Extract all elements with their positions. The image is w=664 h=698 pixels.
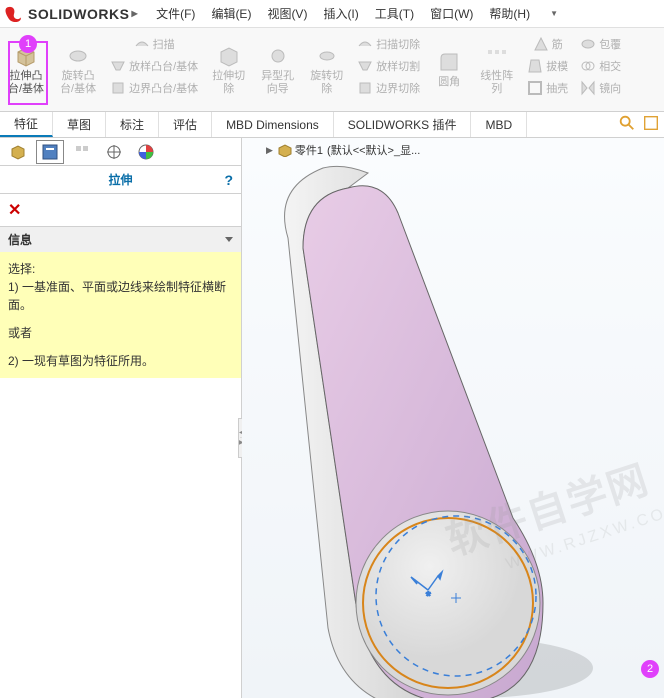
rib-button[interactable]: 筋 — [529, 34, 567, 54]
revolve-cut-button[interactable]: 旋转切 除 — [304, 42, 349, 98]
display-icon[interactable] — [642, 114, 660, 132]
mirror-icon — [580, 80, 596, 96]
tab-feature[interactable]: 特征 — [0, 112, 53, 137]
panel-tab-strip — [0, 138, 241, 166]
appearance-tab[interactable] — [132, 140, 160, 164]
info-header[interactable]: 信息 — [0, 227, 241, 252]
property-manager-tab[interactable] — [36, 140, 64, 164]
revolve-label: 旋转凸 台/基体 — [60, 70, 96, 96]
search-icon[interactable] — [618, 114, 636, 132]
info-section: 信息 选择: 1) 一基准面、平面或边线来绘制特征横断面。 或者 2) 一现有草… — [0, 226, 241, 378]
hole-icon — [266, 44, 290, 68]
tab-annotate[interactable]: 标注 — [106, 112, 159, 137]
info-line-1: 1) 一基准面、平面或边线来绘制特征横断面。 — [8, 278, 233, 314]
extrude-icon — [14, 44, 38, 68]
shell-icon — [527, 80, 543, 96]
part-icon — [277, 143, 293, 157]
boundary-icon — [110, 80, 126, 96]
extrude-cut-icon — [217, 44, 241, 68]
cube-icon — [9, 143, 27, 161]
menu-overflow-icon[interactable]: ▼ — [550, 9, 558, 18]
menu-insert[interactable]: 插入(I) — [315, 5, 366, 22]
config-manager-tab[interactable] — [68, 140, 96, 164]
fillet-button[interactable]: 圆角 — [428, 48, 470, 91]
tab-mbd-dimensions[interactable]: MBD Dimensions — [212, 112, 334, 137]
extrude-boss-button[interactable]: 拉伸凸 台/基体 — [2, 42, 50, 98]
sweep-button[interactable]: 扫描 — [130, 34, 179, 54]
menu-window[interactable]: 窗口(W) — [422, 5, 481, 22]
wrap-icon — [580, 36, 596, 52]
tab-mbd[interactable]: MBD — [471, 112, 527, 137]
loft-button[interactable]: 放样凸台/基体 — [106, 56, 202, 76]
dimxpert-tab[interactable] — [100, 140, 128, 164]
view-tools — [618, 114, 660, 132]
loft-cut-button[interactable]: 放样切割 — [353, 56, 424, 76]
app-logo: SOLIDWORKS▶ — [4, 4, 138, 24]
linear-pattern-button[interactable]: 线性阵 列 — [474, 42, 519, 98]
revolve-cut-icon — [315, 44, 339, 68]
command-tabs: 特征 草图 标注 评估 MBD Dimensions SOLIDWORKS 插件… — [0, 112, 664, 138]
target-icon — [105, 143, 123, 161]
intersect-icon — [580, 58, 596, 74]
content-area: 拉伸 ? ✕ 信息 选择: 1) 一基准面、平面或边线来绘制特征横断面。 或者 … — [0, 138, 664, 698]
model-view[interactable]: * — [242, 158, 664, 698]
cancel-button[interactable]: ✕ — [8, 202, 21, 219]
info-line-2: 2) 一现有草图为特征所用。 — [8, 352, 233, 370]
loft-cut-icon — [357, 58, 373, 74]
sweep-cut-button[interactable]: 扫描切除 — [353, 34, 424, 54]
sweep-cut-icon — [357, 36, 373, 52]
extrude-label: 拉伸凸 台/基体 — [8, 70, 44, 96]
boundary-button[interactable]: 边界凸台/基体 — [106, 78, 202, 98]
revolve-icon — [66, 44, 90, 68]
appearance-icon — [137, 143, 155, 161]
solidworks-logo-icon — [4, 4, 24, 24]
breadcrumb[interactable]: ▶ 零件1 (默认<<默认>_显... — [266, 142, 420, 158]
panel-actions: ✕ — [0, 194, 241, 226]
intersect-button[interactable]: 相交 — [576, 56, 625, 76]
property-manager-panel: 拉伸 ? ✕ 信息 选择: 1) 一基准面、平面或边线来绘制特征横断面。 或者 … — [0, 138, 242, 698]
tab-solidworks-plugin[interactable]: SOLIDWORKS 插件 — [334, 112, 472, 137]
marker-2-badge: 2 — [641, 660, 659, 678]
pattern-icon — [485, 44, 509, 68]
loft-icon — [110, 58, 126, 74]
svg-text:*: * — [426, 589, 431, 603]
menu-help[interactable]: 帮助(H) — [481, 5, 538, 22]
menu-tools[interactable]: 工具(T) — [367, 5, 422, 22]
boundary-cut-icon — [357, 80, 373, 96]
shell-button[interactable]: 抽壳 — [523, 78, 572, 98]
graphics-viewport[interactable]: ▶ 零件1 (默认<<默认>_显... — [242, 138, 664, 698]
extrude-cut-button[interactable]: 拉伸切 除 — [206, 42, 251, 98]
menu-edit[interactable]: 编辑(E) — [203, 5, 259, 22]
tab-sketch[interactable]: 草图 — [53, 112, 106, 137]
fillet-icon — [437, 50, 461, 74]
panel-title-bar: 拉伸 ? — [0, 166, 241, 194]
sweep-icon — [134, 36, 150, 52]
draft-icon — [527, 58, 543, 74]
select-label: 选择: — [8, 260, 233, 278]
logo-text: SOLIDWORKS▶ — [28, 6, 138, 22]
info-or: 或者 — [8, 324, 233, 342]
draft-button[interactable]: 拔模 — [523, 56, 572, 76]
breadcrumb-arrow-icon: ▶ — [266, 145, 273, 156]
revolve-boss-button[interactable]: 旋转凸 台/基体 — [54, 42, 102, 98]
tab-evaluate[interactable]: 评估 — [159, 112, 212, 137]
rib-icon — [533, 36, 549, 52]
panel-icon — [41, 143, 59, 161]
feature-tree-tab[interactable] — [4, 140, 32, 164]
help-icon[interactable]: ? — [224, 172, 233, 188]
config-icon — [73, 143, 91, 161]
menu-bar: SOLIDWORKS▶ 文件(F) 编辑(E) 视图(V) 插入(I) 工具(T… — [0, 0, 664, 28]
logo-dropdown-icon[interactable]: ▶ — [131, 9, 138, 18]
hole-wizard-button[interactable]: 异型孔 向导 — [255, 42, 300, 98]
mirror-button[interactable]: 镜向 — [576, 78, 625, 98]
panel-title-text: 拉伸 — [108, 171, 132, 188]
ribbon-toolbar: 拉伸凸 台/基体 旋转凸 台/基体 扫描 放样凸台/基体 边界凸台/基体 拉伸切… — [0, 28, 664, 112]
info-body: 选择: 1) 一基准面、平面或边线来绘制特征横断面。 或者 2) 一现有草图为特… — [0, 252, 241, 378]
wrap-button[interactable]: 包覆 — [576, 34, 625, 54]
breadcrumb-part: 零件1 — [295, 142, 323, 158]
boundary-cut-button[interactable]: 边界切除 — [353, 78, 424, 98]
breadcrumb-config: (默认<<默认>_显... — [327, 142, 420, 158]
menu-file[interactable]: 文件(F) — [148, 5, 203, 22]
menu-view[interactable]: 视图(V) — [259, 5, 315, 22]
